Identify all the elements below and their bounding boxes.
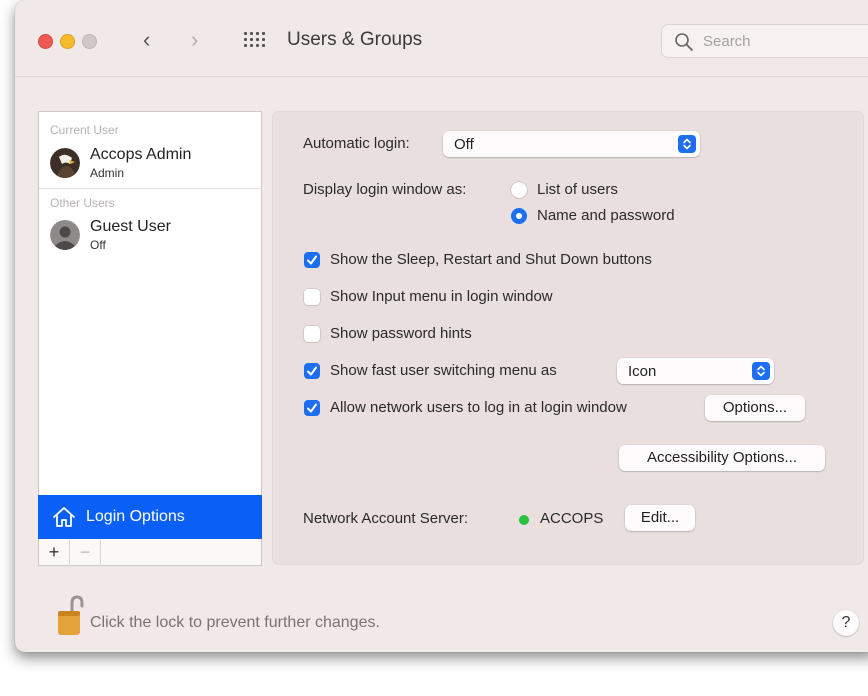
other-users-header: Other Users bbox=[50, 196, 115, 210]
person-avatar-icon bbox=[50, 220, 80, 250]
toolbar: ‹ › Users & Groups Search bbox=[15, 0, 868, 77]
lock-status-text: Click the lock to prevent further change… bbox=[90, 614, 380, 631]
automatic-login-label: Automatic login: bbox=[303, 135, 410, 152]
options-button[interactable]: Options... bbox=[705, 395, 805, 421]
accessibility-options-button[interactable]: Accessibility Options... bbox=[619, 445, 825, 471]
window-title: Users & Groups bbox=[287, 29, 423, 50]
network-server-value: ACCOPS bbox=[540, 510, 604, 527]
checkbox-network-users[interactable] bbox=[304, 400, 320, 416]
user-role: Admin bbox=[90, 166, 125, 180]
users-list: Current User Accops Admin Admin Other Us… bbox=[38, 111, 262, 499]
add-remove-bar: + − bbox=[38, 539, 262, 566]
add-user-button[interactable]: + bbox=[39, 540, 70, 564]
checkbox-input-menu[interactable] bbox=[304, 289, 320, 305]
checkbox-password-hints[interactable] bbox=[304, 326, 320, 342]
checkbox-label: Show Input menu in login window bbox=[330, 288, 553, 305]
user-row-guest[interactable]: Guest User Off bbox=[50, 218, 255, 260]
user-name: Accops Admin bbox=[90, 146, 192, 163]
radio-list-of-users[interactable] bbox=[511, 182, 527, 198]
login-options-panel: Automatic login: Off Display login windo… bbox=[272, 111, 864, 565]
radio-name-and-password[interactable] bbox=[511, 208, 527, 224]
popup-arrows-icon bbox=[752, 362, 770, 380]
unlocked-padlock-icon[interactable] bbox=[56, 594, 86, 636]
user-name: Guest User bbox=[90, 218, 171, 235]
login-options-item[interactable]: Login Options bbox=[38, 495, 262, 539]
automatic-login-popup[interactable]: Off bbox=[443, 131, 700, 157]
eagle-avatar bbox=[50, 148, 80, 178]
remove-user-button[interactable]: − bbox=[70, 540, 101, 564]
login-options-label: Login Options bbox=[86, 508, 185, 525]
popup-arrows-icon bbox=[678, 135, 696, 153]
forward-chevron-icon[interactable]: › bbox=[191, 27, 198, 53]
edit-server-button[interactable]: Edit... bbox=[625, 505, 695, 531]
back-chevron-icon[interactable]: ‹ bbox=[143, 27, 150, 53]
automatic-login-value: Off bbox=[454, 136, 474, 153]
current-user-header: Current User bbox=[50, 123, 119, 137]
search-placeholder: Search bbox=[703, 33, 751, 50]
close-window-button[interactable] bbox=[38, 34, 53, 49]
preferences-window: ‹ › Users & Groups Search Current User A… bbox=[15, 0, 868, 652]
fast-switch-popup[interactable]: Icon bbox=[617, 358, 774, 384]
network-server-label: Network Account Server: bbox=[303, 510, 469, 527]
help-button[interactable]: ? bbox=[833, 610, 859, 636]
user-role: Off bbox=[90, 238, 106, 252]
radio-label: Name and password bbox=[537, 207, 675, 224]
checkbox-label: Show the Sleep, Restart and Shut Down bu… bbox=[330, 251, 652, 268]
section-divider bbox=[39, 188, 261, 189]
checkbox-label: Show fast user switching menu as bbox=[330, 362, 557, 379]
show-all-grid-icon[interactable] bbox=[244, 32, 266, 48]
checkbox-sleep-restart[interactable] bbox=[304, 252, 320, 268]
checkbox-label: Allow network users to log in at login w… bbox=[330, 399, 627, 416]
search-field[interactable]: Search bbox=[661, 24, 868, 58]
display-login-label: Display login window as: bbox=[303, 181, 467, 198]
minimize-window-button[interactable] bbox=[60, 34, 75, 49]
zoom-window-button[interactable] bbox=[82, 34, 97, 49]
search-icon bbox=[675, 33, 693, 51]
radio-label: List of users bbox=[537, 181, 618, 198]
checkbox-label: Show password hints bbox=[330, 325, 472, 342]
house-icon bbox=[53, 507, 75, 527]
user-row-accops-admin[interactable]: Accops Admin Admin bbox=[50, 146, 255, 188]
status-dot-icon bbox=[519, 515, 529, 525]
fast-switch-value: Icon bbox=[628, 363, 657, 380]
checkbox-fast-user-switching[interactable] bbox=[304, 363, 320, 379]
